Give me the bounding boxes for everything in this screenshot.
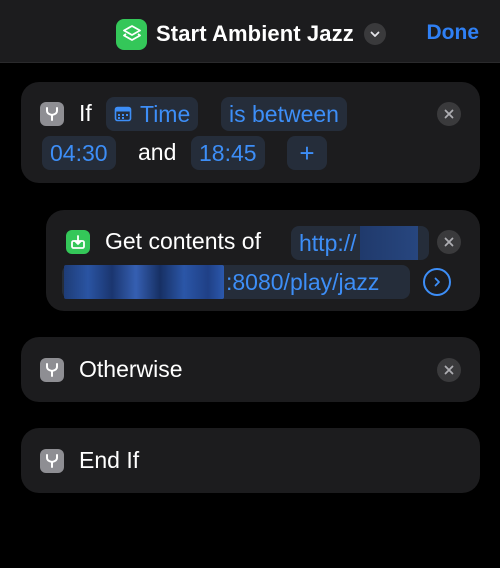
condition-label: is between (229, 101, 339, 127)
condition-token[interactable]: is between (221, 97, 347, 131)
calendar-icon (114, 105, 132, 123)
remove-get-contents-button[interactable] (437, 230, 461, 254)
time-variable-label: Time (140, 101, 191, 127)
branch-icon (40, 102, 64, 126)
url-prefix: http:// (299, 230, 357, 256)
shortcuts-app-icon (116, 18, 147, 50)
close-icon (444, 365, 454, 375)
branch-icon (40, 449, 64, 473)
branch-icon (40, 358, 64, 382)
plus-icon: + (299, 138, 315, 168)
end-time-value: 18:45 (199, 140, 257, 166)
start-time-value: 04:30 (50, 140, 108, 166)
and-label: and (138, 139, 177, 165)
remove-if-button[interactable] (437, 102, 461, 126)
chevron-right-circle-icon[interactable] (423, 268, 451, 296)
shortcut-title-menu[interactable]: Start Ambient Jazz (116, 17, 386, 51)
nav-header: Start Ambient Jazz Done (0, 0, 500, 63)
get-contents-label: Get contents of (105, 228, 261, 254)
shortcut-title: Start Ambient Jazz (156, 21, 354, 46)
add-condition-button[interactable]: + (287, 136, 327, 170)
end-time-token[interactable]: 18:45 (191, 136, 265, 170)
if-label: If (79, 100, 92, 126)
download-icon (66, 230, 90, 254)
done-button[interactable]: Done (427, 21, 480, 45)
url-suffix: :8080/play/jazz (226, 269, 380, 295)
redacted-host-part1 (360, 226, 418, 260)
end-if-label: End If (79, 447, 140, 473)
chevron-down-icon[interactable] (363, 23, 386, 45)
time-variable-token[interactable]: Time (106, 97, 199, 131)
otherwise-label: Otherwise (79, 356, 183, 382)
close-icon (444, 109, 454, 119)
start-time-token[interactable]: 04:30 (42, 136, 116, 170)
close-icon (444, 237, 454, 247)
remove-otherwise-button[interactable] (437, 358, 461, 382)
redacted-host-part2 (64, 265, 224, 299)
